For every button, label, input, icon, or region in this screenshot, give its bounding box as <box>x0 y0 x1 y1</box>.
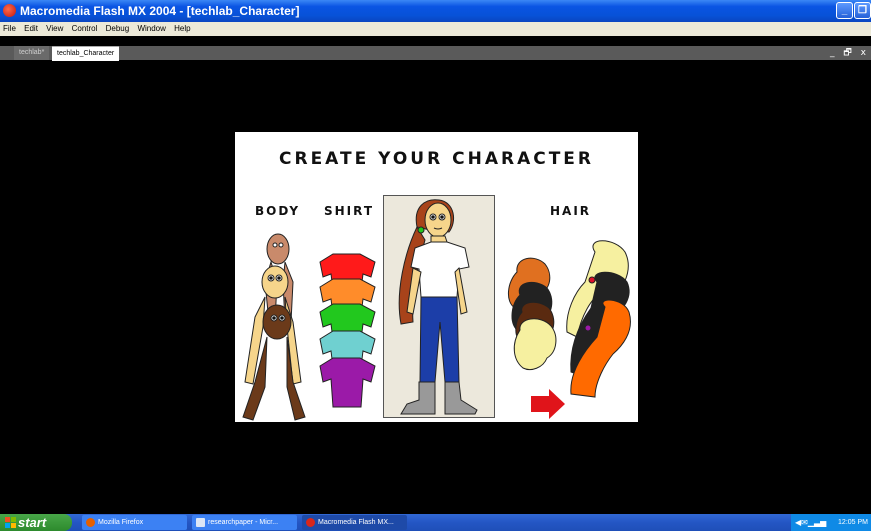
taskbar-item-firefox[interactable]: Mozilla Firefox <box>82 515 187 530</box>
tab-strip <box>0 46 871 60</box>
menu-debug[interactable]: Debug <box>106 22 130 36</box>
stage-artwork <box>242 199 631 421</box>
menu-window[interactable]: Window <box>137 22 165 36</box>
taskbar-item-label: researchpaper - Micr... <box>208 519 279 526</box>
shirt-option-purple[interactable] <box>319 357 376 408</box>
menu-edit[interactable]: Edit <box>24 22 38 36</box>
taskbar-item-flash[interactable]: Macromedia Flash MX... <box>302 515 407 530</box>
taskbar-item-label: Macromedia Flash MX... <box>318 519 394 526</box>
firefox-icon <box>86 518 95 527</box>
tab-techlab[interactable]: techlab* <box>14 46 50 60</box>
clock: 12:05 PM <box>838 519 868 526</box>
start-button[interactable]: start <box>0 514 72 531</box>
hair-option-blonde[interactable] <box>513 318 557 371</box>
menu-file[interactable]: File <box>3 22 16 36</box>
restore-icon[interactable]: ❐ <box>854 2 871 19</box>
hair-tie-purple-icon <box>584 324 592 332</box>
document-tab-row: techlab* techlab_Character _ 🗗 x <box>0 36 871 64</box>
hair-tie-red-icon <box>588 276 596 284</box>
taskbar-item-label: Mozilla Firefox <box>98 519 144 526</box>
title-bar[interactable]: Macromedia Flash MX 2004 - [techlab_Char… <box>0 0 871 22</box>
menu-bar: File Edit View Control Debug Window Help <box>0 22 871 36</box>
menu-view[interactable]: View <box>46 22 63 36</box>
flash-icon <box>306 518 315 527</box>
taskbar: start Mozilla Firefox researchpaper - Mi… <box>0 514 871 531</box>
start-label: start <box>18 515 47 530</box>
red-arrow-right-icon[interactable] <box>531 389 565 419</box>
system-tray: ◀✉▁▃▅ 12:05 PM <box>791 514 871 531</box>
flash-stage: CREATE YOUR CHARACTER BODY SHIRT HAIR <box>235 132 638 422</box>
document-window-controls[interactable]: _ 🗗 x <box>830 46 869 60</box>
menu-help[interactable]: Help <box>174 22 190 36</box>
windows-flag-icon <box>5 517 16 528</box>
minimize-icon[interactable]: _ <box>836 2 853 19</box>
taskbar-item-researchpaper[interactable]: researchpaper - Micr... <box>192 515 297 530</box>
window-title: Macromedia Flash MX 2004 - [techlab_Char… <box>20 4 300 18</box>
tab-techlab-character[interactable]: techlab_Character <box>52 46 120 61</box>
character-preview <box>398 199 478 415</box>
flash-app-icon[interactable] <box>3 4 16 17</box>
word-icon <box>196 518 205 527</box>
tray-icons[interactable]: ◀✉▁▃▅ <box>795 514 826 531</box>
menu-control[interactable]: Control <box>72 22 98 36</box>
